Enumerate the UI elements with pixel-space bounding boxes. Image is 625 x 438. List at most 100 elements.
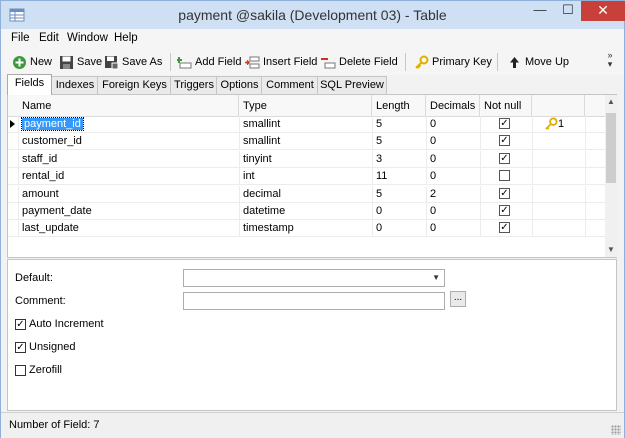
current-row-marker-icon bbox=[10, 120, 15, 128]
column-header-key[interactable] bbox=[532, 95, 585, 116]
not-null-checkbox[interactable]: ✓ bbox=[499, 118, 510, 129]
comment-ellipsis-button[interactable]: ... bbox=[450, 291, 466, 307]
cell-decimals[interactable]: 0 bbox=[426, 116, 480, 132]
cell-length[interactable]: 3 bbox=[372, 151, 426, 167]
save-as-button[interactable]: Save As bbox=[104, 53, 162, 71]
minimize-button[interactable]: — bbox=[525, 1, 555, 21]
cell-decimals[interactable]: 0 bbox=[426, 220, 480, 236]
tab-options[interactable]: Options bbox=[216, 76, 263, 94]
cell-name[interactable]: staff_id bbox=[18, 151, 239, 167]
cell-length[interactable]: 0 bbox=[372, 203, 426, 219]
menu-window[interactable]: Window bbox=[67, 32, 108, 44]
grid-line bbox=[532, 203, 533, 219]
maximize-button[interactable]: ☐ bbox=[555, 1, 581, 21]
cell-name[interactable]: payment_date bbox=[18, 203, 239, 219]
column-header-decimals[interactable]: Decimals bbox=[426, 95, 480, 116]
grid-line bbox=[480, 220, 481, 237]
scroll-up-arrow-icon[interactable]: ▲ bbox=[605, 97, 617, 106]
cell-name[interactable]: rental_id bbox=[18, 168, 239, 184]
zerofill-label: Zerofill bbox=[29, 364, 63, 376]
tab-indexes[interactable]: Indexes bbox=[51, 76, 99, 94]
save-button[interactable]: Save bbox=[59, 53, 102, 71]
table-row[interactable]: payment_date datetime 0 0 ✓ bbox=[8, 203, 605, 220]
menu-help[interactable]: Help bbox=[114, 32, 138, 44]
not-null-checkbox[interactable]: ✓ bbox=[499, 205, 510, 216]
delete-field-button[interactable]: Delete Field bbox=[321, 53, 398, 71]
column-header-length[interactable]: Length bbox=[372, 95, 426, 116]
title-bar[interactable]: payment @sakila (Development 03) - Table… bbox=[1, 1, 625, 29]
cell-length[interactable]: 5 bbox=[372, 133, 426, 149]
cell-length[interactable]: 5 bbox=[372, 186, 426, 202]
column-header-name[interactable]: Name bbox=[18, 95, 239, 116]
new-button[interactable]: New bbox=[12, 53, 52, 71]
cell-decimals[interactable]: 0 bbox=[426, 168, 480, 184]
grid-vertical-scrollbar[interactable]: ▲ ▼ bbox=[605, 95, 617, 257]
tab-foreign-keys[interactable]: Foreign Keys bbox=[97, 76, 172, 94]
cell-text: 0 bbox=[376, 205, 383, 217]
toolbar-overflow-chevron-icon[interactable]: » ▾ bbox=[604, 51, 616, 69]
table-row[interactable]: amount decimal 5 2 ✓ bbox=[8, 185, 605, 203]
cell-type[interactable]: decimal bbox=[239, 186, 372, 202]
cell-length[interactable]: 5 bbox=[372, 116, 426, 132]
comment-input[interactable] bbox=[183, 292, 445, 310]
cell-name[interactable]: payment_id bbox=[18, 116, 239, 132]
cell-text: smallint bbox=[243, 118, 281, 130]
not-null-checkbox[interactable]: ✓ bbox=[499, 222, 510, 234]
cell-type[interactable]: datetime bbox=[239, 203, 372, 219]
menu-file[interactable]: File bbox=[11, 32, 30, 44]
cell-type[interactable]: int bbox=[239, 168, 372, 184]
cell-decimals[interactable]: 0 bbox=[426, 203, 480, 219]
grid-line bbox=[585, 185, 586, 202]
grid-header: Name Type Length Decimals Not null bbox=[8, 95, 605, 117]
scrollbar-thumb[interactable] bbox=[606, 113, 616, 183]
cell-text: rental_id bbox=[22, 170, 65, 183]
move-up-button[interactable]: Move Up bbox=[507, 53, 569, 71]
cell-name[interactable]: customer_id bbox=[18, 133, 239, 149]
cell-type[interactable]: smallint bbox=[239, 116, 372, 132]
not-null-checkbox[interactable]: ✓ bbox=[499, 135, 510, 147]
cell-type[interactable]: tinyint bbox=[239, 151, 372, 167]
table-row[interactable]: rental_id int 11 0 bbox=[8, 168, 605, 186]
cell-decimals[interactable]: 2 bbox=[426, 186, 480, 202]
table-row[interactable]: last_update timestamp 0 0 ✓ bbox=[8, 220, 605, 238]
not-null-checkbox[interactable]: ✓ bbox=[499, 187, 510, 199]
cell-text: tinyint bbox=[243, 152, 272, 165]
cell-type[interactable]: smallint bbox=[239, 133, 372, 149]
not-null-checkbox[interactable] bbox=[499, 170, 510, 182]
cell-decimals[interactable]: 0 bbox=[426, 151, 480, 167]
grid-line bbox=[585, 116, 586, 132]
tab-fields[interactable]: Fields bbox=[7, 74, 52, 95]
auto-increment-checkbox[interactable]: ✓ bbox=[15, 319, 26, 330]
menu-edit[interactable]: Edit bbox=[39, 32, 59, 44]
table-row[interactable]: payment_id smallint 5 0 ✓ 1 bbox=[8, 116, 605, 133]
not-null-checkbox[interactable]: ✓ bbox=[499, 152, 510, 164]
unsigned-checkbox[interactable]: ✓ bbox=[15, 342, 26, 353]
add-field-label: Add Field bbox=[195, 56, 242, 68]
cell-name[interactable]: amount bbox=[18, 186, 239, 202]
zerofill-checkbox[interactable] bbox=[15, 365, 26, 376]
key-order: 1 bbox=[558, 118, 565, 130]
scroll-down-arrow-icon[interactable]: ▼ bbox=[605, 245, 617, 254]
close-button[interactable]: ✕ bbox=[581, 1, 625, 21]
cell-text: payment_id bbox=[21, 117, 84, 131]
cell-length[interactable]: 11 bbox=[372, 168, 426, 184]
cell-decimals[interactable]: 0 bbox=[426, 133, 480, 149]
column-header-not-null[interactable]: Not null bbox=[480, 95, 532, 116]
resize-grip-icon[interactable] bbox=[611, 425, 621, 435]
tab-comment[interactable]: Comment bbox=[261, 76, 319, 94]
grid-line bbox=[532, 185, 533, 202]
cell-name[interactable]: last_update bbox=[18, 220, 239, 236]
add-field-button[interactable]: Add Field bbox=[177, 53, 241, 71]
tab-triggers[interactable]: Triggers bbox=[170, 76, 218, 94]
insert-field-button[interactable]: Insert Field bbox=[245, 53, 317, 71]
cell-type[interactable]: timestamp bbox=[239, 220, 372, 236]
tab-sql-preview[interactable]: SQL Preview bbox=[317, 76, 387, 94]
table-row[interactable]: customer_id smallint 5 0 ✓ bbox=[8, 133, 605, 151]
default-select[interactable]: ▼ bbox=[183, 269, 445, 287]
cell-text: 0 bbox=[430, 118, 437, 130]
column-header-type[interactable]: Type bbox=[239, 95, 372, 116]
primary-key-button[interactable]: Primary Key bbox=[414, 53, 492, 71]
grid-line bbox=[480, 116, 481, 132]
cell-length[interactable]: 0 bbox=[372, 220, 426, 236]
table-row[interactable]: staff_id tinyint 3 0 ✓ bbox=[8, 150, 605, 168]
